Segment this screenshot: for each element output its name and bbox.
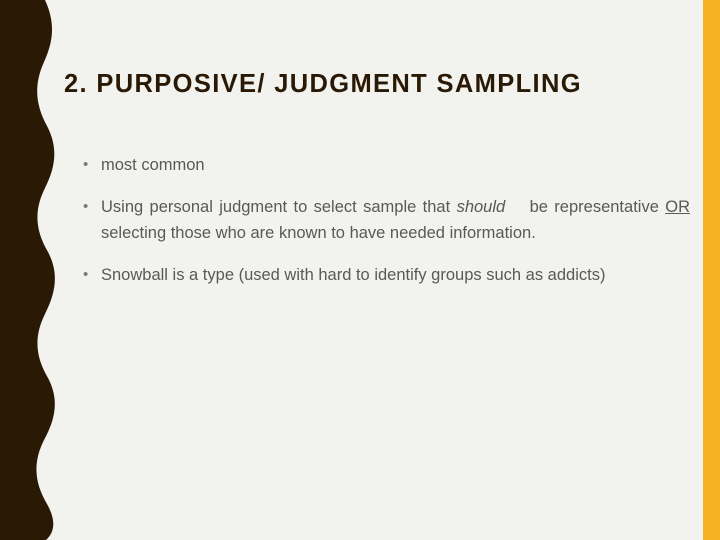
right-accent-stripe (703, 0, 720, 540)
left-wave-decoration (0, 0, 55, 540)
bullet-list: • most common • Using personal judgment … (78, 152, 690, 288)
list-item-text: most common (101, 152, 690, 178)
text-segment: be representative (523, 198, 666, 216)
slide-title: 2. PURPOSIVE/ JUDGMENT SAMPLING (64, 70, 582, 99)
list-item: • Using personal judgment to select samp… (78, 194, 690, 246)
bullet-marker-icon: • (83, 198, 89, 215)
list-item-text: Snowball is a type (used with hard to id… (101, 262, 690, 288)
text-segment-underline: OR (665, 198, 690, 216)
list-item: • Snowball is a type (used with hard to … (78, 262, 690, 288)
list-item-text: Using personal judgment to select sample… (101, 194, 690, 246)
bullet-marker-icon: • (83, 156, 89, 173)
text-segment: Using personal judgment to select sample… (101, 198, 457, 216)
text-segment-italic: should (456, 198, 506, 216)
wave-shape (0, 0, 55, 540)
list-item: • most common (78, 152, 690, 178)
text-segment: Snowball is a type (used with hard to id… (101, 266, 606, 284)
text-segment: selecting those who are known to have ne… (101, 224, 536, 242)
slide-canvas: 2. PURPOSIVE/ JUDGMENT SAMPLING • most c… (0, 0, 720, 540)
text-segment: most common (101, 156, 205, 174)
bullet-marker-icon: • (83, 266, 89, 283)
